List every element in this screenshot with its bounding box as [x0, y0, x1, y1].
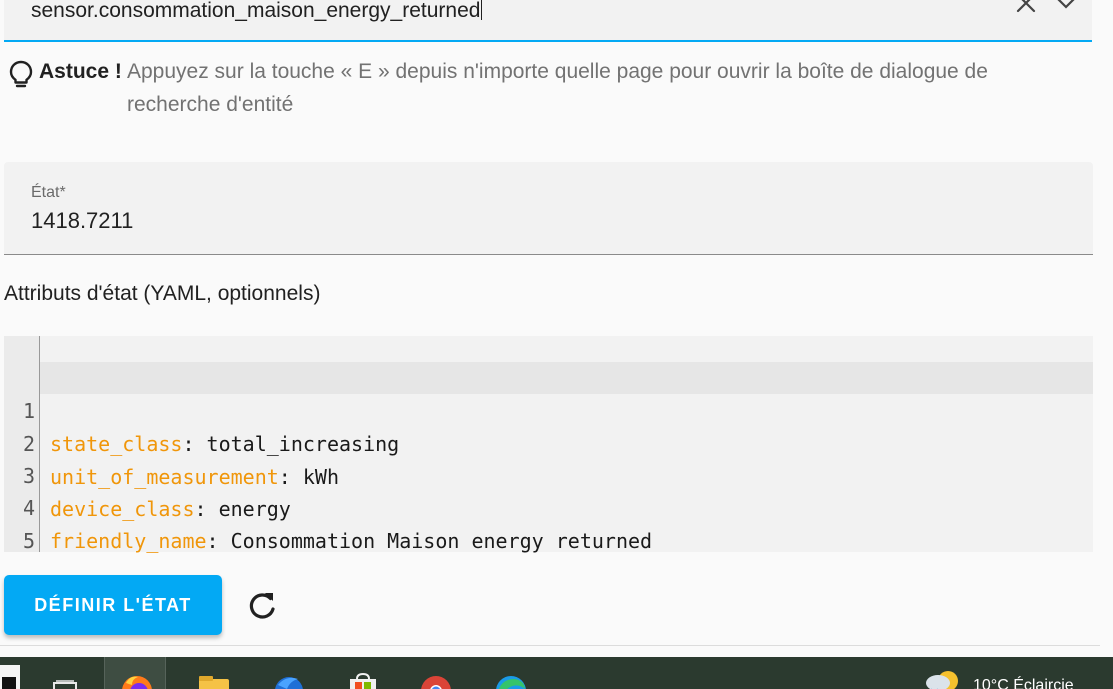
- chevron-down-icon[interactable]: [1054, 0, 1078, 15]
- state-label: État*: [31, 184, 66, 201]
- edge-icon[interactable]: [480, 657, 540, 689]
- yaml-editor[interactable]: 1 state_class: total_increasing 2 unit_o…: [4, 336, 1093, 553]
- line-number: 5: [22, 529, 35, 553]
- task-view-icon[interactable]: [36, 657, 96, 689]
- code-line[interactable]: 3 device_class: energy: [4, 427, 1093, 521]
- attributes-heading: Attributs d'état (YAML, optionnels): [4, 282, 321, 305]
- weather-text[interactable]: 10°C Éclaircie: [973, 677, 1074, 689]
- partly-cloudy-rain-icon[interactable]: [922, 667, 962, 689]
- state-input[interactable]: 1418.7211: [31, 208, 133, 234]
- lightbulb-icon: [9, 60, 33, 88]
- thunderbird-icon[interactable]: [258, 657, 318, 689]
- tip-label: Astuce !: [39, 60, 122, 83]
- refresh-icon[interactable]: [244, 588, 280, 624]
- yaml-separator: :: [206, 529, 231, 553]
- code-line[interactable]: 5: [4, 492, 1093, 553]
- entity-field[interactable]: sensor.consommation_maison_energy_return…: [4, 0, 1092, 42]
- microsoft-store-icon[interactable]: [331, 657, 391, 689]
- code-line[interactable]: 1 state_class: total_increasing: [4, 362, 1093, 456]
- text-caret: [481, 0, 483, 20]
- start-icon[interactable]: [0, 665, 20, 689]
- chrome-icon[interactable]: [405, 657, 465, 689]
- yaml-value: Consommation Maison energy returned: [230, 529, 653, 553]
- state-field[interactable]: État* 1418.7211: [4, 162, 1093, 255]
- close-icon[interactable]: [1014, 0, 1038, 15]
- file-explorer-icon[interactable]: [183, 657, 243, 689]
- entity-input-value[interactable]: sensor.consommation_maison_energy_return…: [31, 0, 480, 22]
- divider: [0, 645, 1100, 646]
- code-line[interactable]: 4 friendly_name: Consommation Maison ene…: [4, 459, 1093, 553]
- code-line[interactable]: 2 unit_of_measurement: kWh: [4, 395, 1093, 489]
- tip-text: Appuyez sur la touche « E » depuis n'imp…: [127, 60, 988, 116]
- developer-tools-state-page: sensor.consommation_maison_energy_return…: [0, 0, 1113, 689]
- set-state-button[interactable]: DÉFINIR L'ÉTAT: [4, 575, 222, 635]
- firefox-icon[interactable]: [104, 657, 166, 689]
- taskbar: 10°C Éclaircie: [0, 657, 1113, 689]
